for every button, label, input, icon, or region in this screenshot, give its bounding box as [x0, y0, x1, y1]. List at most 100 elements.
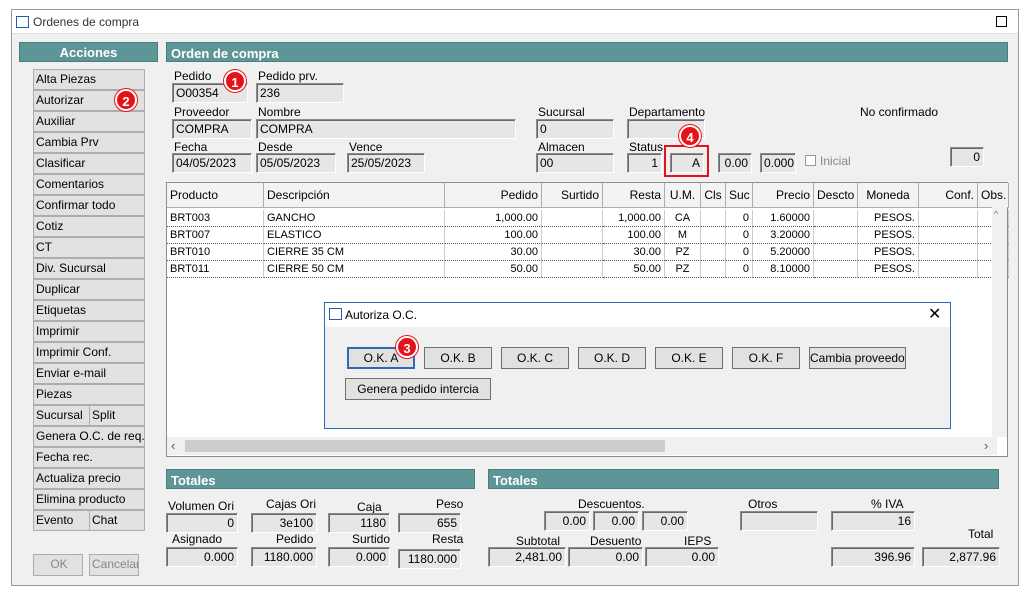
table-cell[interactable] — [814, 261, 858, 278]
table-cell[interactable]: BRT007 — [167, 227, 264, 244]
column-header[interactable]: Obs. — [978, 183, 1009, 208]
accion-actualiza-precio-button[interactable]: Actualiza precio — [33, 468, 145, 489]
accion-div-sucursal-button[interactable]: Div. Sucursal — [33, 258, 145, 279]
table-cell[interactable]: 50.00 — [445, 261, 542, 278]
table-cell[interactable] — [814, 244, 858, 261]
value1-field[interactable]: 0.00 — [718, 153, 752, 173]
proveedor-field[interactable]: COMPRA — [172, 119, 252, 139]
table-cell[interactable]: PZ — [665, 244, 701, 261]
table-cell[interactable]: 100.00 — [603, 227, 665, 244]
table-row[interactable]: BRT010 CIERRE 35 CM 30.00 30.00 PZ 0 5.20000 PE… — [167, 244, 1009, 261]
table-cell[interactable]: 30.00 — [445, 244, 542, 261]
accion-etiquetas-button[interactable]: Etiquetas — [33, 300, 145, 321]
table-cell[interactable] — [542, 244, 603, 261]
table-cell[interactable] — [919, 244, 978, 261]
table-cell[interactable] — [542, 261, 603, 278]
table-row[interactable]: BRT011 CIERRE 50 CM 50.00 50.00 PZ 0 8.10000 PE… — [167, 261, 1009, 278]
table-cell[interactable]: 1,000.00 — [603, 210, 665, 227]
desuento-field[interactable]: 0.00 — [568, 547, 643, 567]
table-cell[interactable]: 3.20000 — [753, 227, 814, 244]
column-header[interactable]: Descripción — [264, 183, 445, 208]
almacen-field[interactable]: 00 — [536, 153, 614, 173]
table-cell[interactable]: 50.00 — [603, 261, 665, 278]
right-value-field[interactable]: 0 — [950, 147, 984, 167]
column-header[interactable]: Conf. — [919, 183, 978, 208]
column-header[interactable]: Precio — [753, 183, 814, 208]
asignado-field[interactable]: 0.000 — [166, 547, 238, 567]
cancel-button[interactable]: Cancelar — [89, 554, 139, 576]
table-row[interactable]: BRT003 GANCHO 1,000.00 1,000.00 CA 0 1.60000 PE… — [167, 210, 1009, 227]
table-cell[interactable]: CIERRE 35 CM — [264, 244, 445, 261]
column-header[interactable]: Suc — [726, 183, 753, 208]
table-cell[interactable]: 0 — [726, 210, 753, 227]
accion-comentarios-button[interactable]: Comentarios — [33, 174, 145, 195]
table-cell[interactable]: CIERRE 50 CM — [264, 261, 445, 278]
surtido-total-field[interactable]: 0.000 — [328, 547, 390, 567]
accion-enviar-e-mail-button[interactable]: Enviar e-mail — [33, 363, 145, 384]
column-header[interactable]: Moneda — [858, 183, 919, 208]
accion-split-button[interactable]: Split — [89, 405, 145, 426]
table-cell[interactable]: ELASTICO — [264, 227, 445, 244]
ok-f-button[interactable]: O.K. F — [732, 347, 800, 369]
ok-c-button[interactable]: O.K. C — [501, 347, 569, 369]
status-code-field[interactable]: A — [670, 153, 704, 173]
pedido-total-field[interactable]: 1180.000 — [251, 547, 317, 567]
table-cell[interactable]: PZ — [665, 261, 701, 278]
descuento1-field[interactable]: 0.00 — [544, 511, 590, 531]
table-cell[interactable] — [814, 227, 858, 244]
descuento2-field[interactable]: 0.00 — [593, 511, 639, 531]
table-cell[interactable]: 1,000.00 — [445, 210, 542, 227]
accion-imprimir-conf-button[interactable]: Imprimir Conf. — [33, 342, 145, 363]
table-cell[interactable]: GANCHO — [264, 210, 445, 227]
table-cell[interactable] — [701, 227, 726, 244]
column-header[interactable]: Cls — [701, 183, 726, 208]
column-header[interactable]: Pedido — [445, 183, 542, 208]
accion-elimina-producto-button[interactable]: Elimina producto — [33, 489, 145, 510]
table-cell[interactable]: BRT010 — [167, 244, 264, 261]
accion-sucursal-button[interactable]: Sucursal — [33, 405, 94, 426]
close-icon[interactable]: ✕ — [928, 304, 941, 324]
status-num-field[interactable]: 1 — [627, 153, 662, 173]
scroll-left-icon[interactable]: ‹ — [171, 438, 175, 453]
table-cell[interactable]: M — [665, 227, 701, 244]
accion-evento-button[interactable]: Evento — [33, 510, 94, 531]
ok-button[interactable]: OK — [33, 554, 83, 576]
accion-piezas-button[interactable]: Piezas — [33, 384, 145, 405]
table-cell[interactable] — [919, 261, 978, 278]
horizontal-scroll-thumb[interactable] — [185, 440, 665, 452]
table-cell[interactable] — [542, 210, 603, 227]
scroll-right-icon[interactable]: › — [984, 438, 988, 453]
table-cell[interactable] — [919, 210, 978, 227]
column-header[interactable]: Descto — [814, 183, 858, 208]
fecha-field[interactable]: 04/05/2023 — [172, 153, 252, 173]
iva-field[interactable]: 16 — [831, 511, 915, 531]
table-cell[interactable]: BRT003 — [167, 210, 264, 227]
volumen-ori-field[interactable]: 0 — [166, 513, 238, 533]
table-cell[interactable]: 5.20000 — [753, 244, 814, 261]
resta-total-field[interactable]: 1180.000 — [398, 549, 461, 569]
accion-clasificar-button[interactable]: Clasificar — [33, 153, 145, 174]
genera-pedido-button[interactable]: Genera pedido intercia — [345, 378, 491, 400]
column-header[interactable]: Surtido — [542, 183, 603, 208]
ok-d-button[interactable]: O.K. D — [578, 347, 646, 369]
pedido-prv-field[interactable]: 236 — [256, 83, 344, 103]
inicial-checkbox[interactable] — [805, 155, 816, 166]
value2-field[interactable]: 0.000 — [760, 153, 796, 173]
table-row[interactable]: BRT007 ELASTICO 100.00 100.00 M 0 3.20000 PESOS… — [167, 227, 1009, 244]
peso-field[interactable]: 655 — [398, 513, 461, 533]
table-cell[interactable] — [814, 210, 858, 227]
total-field[interactable]: 2,877.96 — [922, 547, 1000, 567]
column-header[interactable]: Resta — [603, 183, 665, 208]
table-cell[interactable]: CA — [665, 210, 701, 227]
accion-chat-button[interactable]: Chat — [89, 510, 145, 531]
iva-amount-field[interactable]: 396.96 — [831, 547, 915, 567]
desde-field[interactable]: 05/05/2023 — [256, 153, 336, 173]
table-cell[interactable] — [701, 244, 726, 261]
table-cell[interactable] — [542, 227, 603, 244]
table-cell[interactable]: 0 — [726, 244, 753, 261]
cajas-ori-field[interactable]: 3e100 — [251, 513, 317, 533]
accion-cotiz-button[interactable]: Cotiz — [33, 216, 145, 237]
table-cell[interactable]: BRT011 — [167, 261, 264, 278]
vence-field[interactable]: 25/05/2023 — [347, 153, 425, 173]
table-cell[interactable]: 0 — [726, 261, 753, 278]
